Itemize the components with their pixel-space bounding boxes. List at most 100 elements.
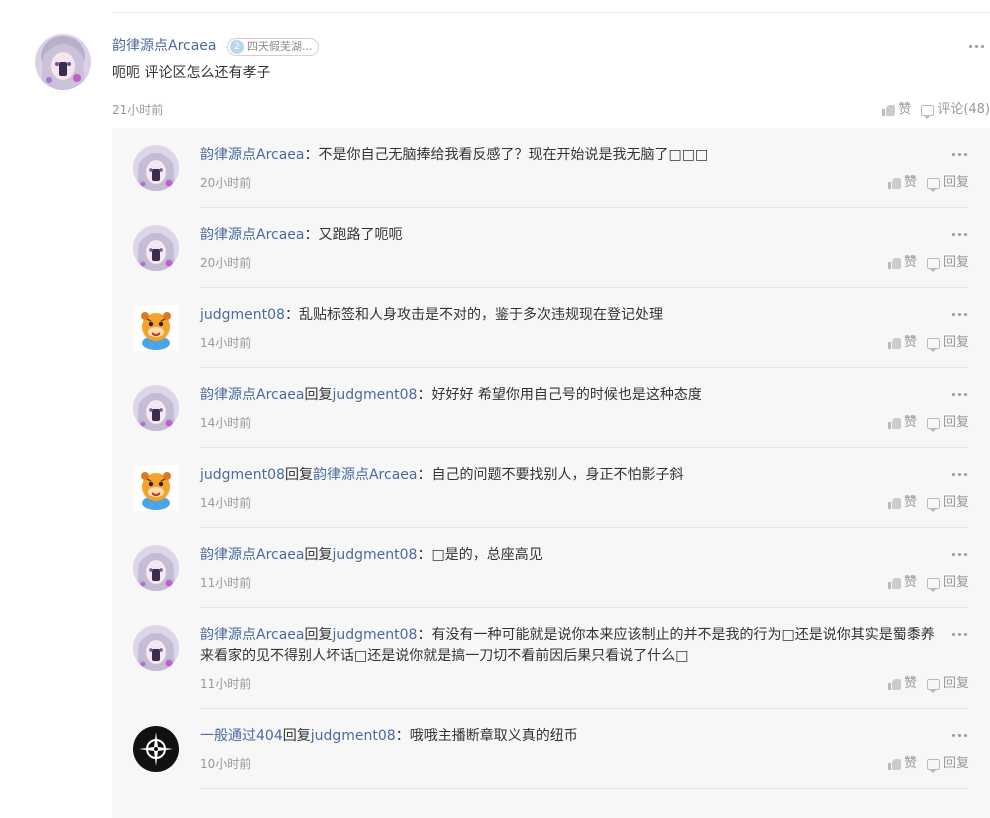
reply-item: 韵律源点Arcaea回复judgment08：□是的，总座高见 11小时前 赞 … bbox=[112, 528, 990, 608]
reply-actions: 赞 回复 bbox=[887, 674, 969, 694]
reply-actions: 赞 回复 bbox=[887, 253, 969, 273]
reply-label: 回复 bbox=[942, 676, 969, 691]
reply-button[interactable]: 回复 bbox=[926, 253, 969, 273]
thumbs-up-icon bbox=[887, 678, 901, 690]
reply-target-link[interactable]: judgment08 bbox=[333, 627, 418, 643]
more-options-icon[interactable] bbox=[951, 231, 969, 237]
reply-item: 一般通过404回复judgment08：哦哦主播断章取义真的纽币 10小时前 赞… bbox=[112, 709, 990, 789]
avatar[interactable] bbox=[133, 465, 179, 511]
like-button[interactable]: 赞 bbox=[887, 333, 917, 353]
more-options-icon[interactable] bbox=[951, 471, 969, 477]
thumbs-up-icon bbox=[887, 177, 901, 189]
reply-word: 回复 bbox=[282, 728, 311, 744]
reply-text: 韵律源点Arcaea回复judgment08：有没有一种可能就是说你本来应该制止… bbox=[200, 625, 940, 667]
reply-text: 韵律源点Arcaea：又跑路了呃呃 bbox=[200, 225, 940, 246]
comment-text: 呃呃 评论区怎么还有孝子 bbox=[112, 65, 271, 81]
avatar[interactable] bbox=[133, 545, 179, 591]
avatar[interactable] bbox=[133, 305, 179, 351]
like-button[interactable]: 赞 bbox=[887, 754, 917, 774]
reply-text: 韵律源点Arcaea：不是你自己无脑捧给我看反感了？现在开始说是我无脑了□□□ bbox=[200, 145, 940, 166]
reply-target-link[interactable]: judgment08 bbox=[333, 547, 418, 563]
thumbs-up-icon bbox=[887, 577, 901, 589]
reply-item: judgment08：乱贴标签和人身攻击是不对的，鉴于多次违规现在登记处理 14… bbox=[112, 288, 990, 368]
reply-button[interactable]: 回复 bbox=[926, 754, 969, 774]
more-options-icon[interactable] bbox=[951, 732, 969, 738]
thumbs-up-icon bbox=[887, 497, 901, 509]
like-label: 赞 bbox=[903, 175, 917, 190]
like-label: 赞 bbox=[903, 335, 917, 350]
avatar[interactable] bbox=[35, 34, 91, 90]
reply-icon bbox=[926, 577, 940, 592]
more-options-icon[interactable] bbox=[951, 631, 969, 637]
reply-icon bbox=[926, 337, 940, 352]
reply-label: 回复 bbox=[942, 175, 969, 190]
reply-button[interactable]: 回复 bbox=[926, 413, 969, 433]
like-button[interactable]: 赞 bbox=[887, 253, 917, 273]
like-button[interactable]: 赞 bbox=[887, 674, 917, 694]
reply-item: 韵律源点Arcaea：不是你自己无脑捧给我看反感了？现在开始说是我无脑了□□□ … bbox=[112, 128, 990, 208]
reply-author-link[interactable]: 一般通过404 bbox=[200, 728, 283, 744]
reply-actions: 赞 回复 bbox=[887, 333, 969, 353]
reply-time: 20小时前 bbox=[200, 256, 252, 270]
reply-label: 回复 bbox=[942, 415, 969, 430]
reply-button[interactable]: 回复 bbox=[926, 493, 969, 513]
reply-icon bbox=[926, 177, 940, 192]
reply-separator: ： bbox=[304, 227, 319, 243]
reply-button[interactable]: 回复 bbox=[926, 173, 969, 193]
comment-actions: 赞 评论(48) bbox=[882, 100, 990, 120]
avatar[interactable] bbox=[133, 726, 179, 772]
reply-button[interactable]: 回复 bbox=[926, 674, 969, 694]
reply-word: 回复 bbox=[304, 547, 333, 563]
avatar[interactable] bbox=[133, 385, 179, 431]
reply-content: 乱贴标签和人身攻击是不对的，鉴于多次违规现在登记处理 bbox=[298, 307, 663, 323]
more-options-icon[interactable] bbox=[968, 43, 986, 49]
like-button[interactable]: 赞 bbox=[882, 100, 911, 120]
reply-item: judgment08回复韵律源点Arcaea：自己的问题不要找别人，身正不怕影子… bbox=[112, 448, 990, 528]
reply-target-link[interactable]: judgment08 bbox=[311, 728, 396, 744]
reply-content: 哦哦主播断章取义真的纽币 bbox=[409, 728, 578, 744]
more-options-icon[interactable] bbox=[951, 391, 969, 397]
reply-time: 11小时前 bbox=[200, 677, 252, 691]
like-label: 赞 bbox=[903, 676, 917, 691]
more-options-icon[interactable] bbox=[951, 551, 969, 557]
avatar[interactable] bbox=[133, 625, 179, 671]
like-button[interactable]: 赞 bbox=[887, 173, 917, 193]
reply-button[interactable]: 回复 bbox=[926, 333, 969, 353]
fan-badge[interactable]: 四天假芜湖... bbox=[227, 38, 319, 56]
reply-content: 自己的问题不要找别人，身正不怕影子斜 bbox=[431, 467, 684, 483]
reply-time: 10小时前 bbox=[200, 757, 252, 771]
thumbs-up-icon bbox=[887, 758, 901, 770]
reply-label: 回复 bbox=[942, 495, 969, 510]
reply-author-link[interactable]: judgment08 bbox=[200, 467, 285, 483]
reply-item: 韵律源点Arcaea：又跑路了呃呃 20小时前 赞 回复 bbox=[112, 208, 990, 288]
reply-author-link[interactable]: 韵律源点Arcaea bbox=[200, 147, 305, 163]
reply-separator: ： bbox=[284, 307, 299, 323]
more-options-icon[interactable] bbox=[951, 151, 969, 157]
like-button[interactable]: 赞 bbox=[887, 493, 917, 513]
reply-label: 回复 bbox=[942, 335, 969, 350]
reply-target-link[interactable]: judgment08 bbox=[333, 387, 418, 403]
more-options-icon[interactable] bbox=[951, 311, 969, 317]
comment-button[interactable]: 评论(48) bbox=[921, 100, 990, 120]
reply-separator: ： bbox=[417, 387, 432, 403]
comment-author-link[interactable]: 韵律源点Arcaea bbox=[112, 36, 217, 56]
reply-actions: 赞 回复 bbox=[887, 573, 969, 593]
like-label: 赞 bbox=[898, 102, 912, 117]
reply-time: 11小时前 bbox=[200, 576, 252, 590]
reply-button[interactable]: 回复 bbox=[926, 573, 969, 593]
avatar[interactable] bbox=[133, 145, 179, 191]
like-button[interactable]: 赞 bbox=[887, 573, 917, 593]
reply-author-link[interactable]: 韵律源点Arcaea bbox=[200, 627, 305, 643]
reply-time: 14小时前 bbox=[200, 416, 252, 430]
reply-author-link[interactable]: 韵律源点Arcaea bbox=[200, 547, 305, 563]
reply-target-link[interactable]: 韵律源点Arcaea bbox=[313, 467, 418, 483]
reply-author-link[interactable]: 韵律源点Arcaea bbox=[200, 227, 305, 243]
reply-author-link[interactable]: 韵律源点Arcaea bbox=[200, 387, 305, 403]
reply-word: 回复 bbox=[284, 467, 313, 483]
avatar[interactable] bbox=[133, 225, 179, 271]
reply-actions: 赞 回复 bbox=[887, 493, 969, 513]
reply-separator: ： bbox=[417, 627, 432, 643]
reply-author-link[interactable]: judgment08 bbox=[200, 307, 285, 323]
like-button[interactable]: 赞 bbox=[887, 413, 917, 433]
like-label: 赞 bbox=[903, 415, 917, 430]
